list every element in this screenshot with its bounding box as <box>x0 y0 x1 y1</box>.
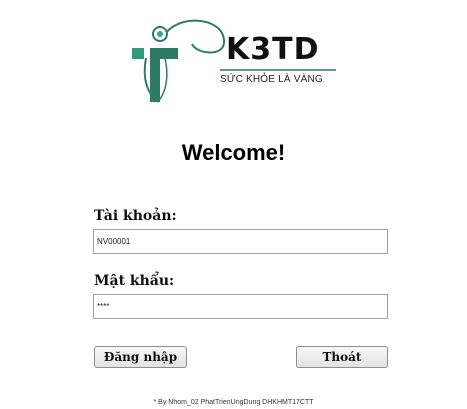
app-logo: K3TD SỨC KHỎE LÀ VÀNG <box>124 18 346 110</box>
account-label: Tài khoản: <box>94 208 177 224</box>
brand-slogan: SỨC KHỎE LÀ VÀNG <box>220 74 323 85</box>
brand-name: K3TD <box>226 32 320 67</box>
welcome-heading: Welcome! <box>181 140 286 165</box>
password-input[interactable] <box>93 294 388 319</box>
account-input[interactable] <box>93 229 388 254</box>
exit-button[interactable]: Thoát <box>296 346 388 368</box>
login-button[interactable]: Đăng nhập <box>94 346 187 368</box>
footer-credit: * By Nhom_02 PhatTrienUngDung DHKHMT17CT… <box>153 399 314 406</box>
password-label: Mật khẩu: <box>94 273 175 289</box>
